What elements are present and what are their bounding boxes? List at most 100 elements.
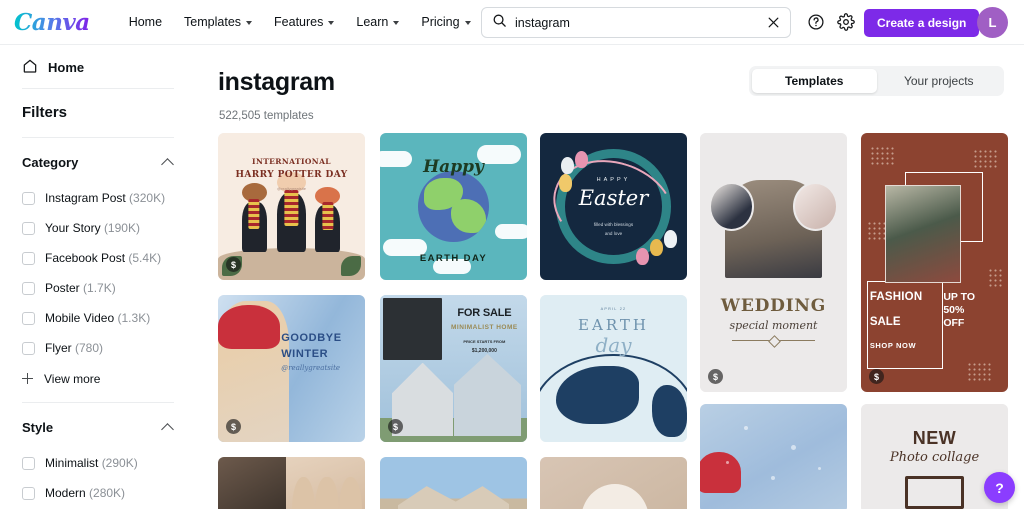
template-card-for-sale-home[interactable]: FOR SALE MINIMALIST HOME PRICE STARTS FR… xyxy=(380,295,527,442)
template-grid: INTERNATIONAL HARRY POTTER DAY @reallygr… xyxy=(218,133,1018,509)
premium-badge: $ xyxy=(708,369,723,384)
create-a-design-button[interactable]: Create a design xyxy=(864,9,980,37)
red-beanie xyxy=(218,305,280,350)
template-text-caps: EARTH DAY xyxy=(419,252,488,264)
tab-your-projects[interactable]: Your projects xyxy=(877,69,1002,93)
template-text-line2: Photo collage xyxy=(889,449,980,465)
checkbox[interactable] xyxy=(22,221,35,235)
nav-item-learn[interactable]: Learn xyxy=(345,9,410,35)
template-card-dressmaker-studio[interactable] xyxy=(218,457,365,509)
template-text-discount: UP TO 50% OFF xyxy=(943,290,976,329)
template-thumbnail: APRIL 22 EARTH day xyxy=(540,295,687,442)
checkbox[interactable] xyxy=(22,456,35,470)
template-text-price: $1,200,000 xyxy=(471,347,497,354)
filter-option-count: (780) xyxy=(75,341,104,355)
clear-search-icon[interactable] xyxy=(760,10,786,36)
checkbox[interactable] xyxy=(22,251,35,265)
model-photo xyxy=(884,184,961,284)
sidebar-item-home[interactable]: Home xyxy=(22,46,174,88)
filter-option-label: Modern xyxy=(45,486,86,500)
filter-option-count: (5.4K) xyxy=(128,251,162,265)
filter-option-flyer[interactable]: Flyer (780) xyxy=(22,333,174,363)
template-text-line2: day xyxy=(595,333,632,358)
nav-item-home[interactable]: Home xyxy=(118,9,173,35)
plus-icon xyxy=(22,373,33,384)
nav-item-features[interactable]: Features xyxy=(263,9,345,35)
snowflake xyxy=(770,475,775,480)
filter-option-minimalist[interactable]: Minimalist (290K) xyxy=(22,448,174,478)
canva-logo[interactable]: Canva xyxy=(14,9,90,36)
filter-group-category-header[interactable]: Category xyxy=(22,138,174,183)
filter-option-modern[interactable]: Modern (280K) xyxy=(22,478,174,508)
results-tabs: Templates Your projects xyxy=(749,66,1004,96)
template-card-wedding[interactable]: WEDDING special moment $ xyxy=(700,133,847,392)
nav-item-label: Learn xyxy=(356,15,389,29)
checkbox[interactable] xyxy=(22,311,35,325)
dot-pattern xyxy=(967,361,994,382)
filter-option-your-story[interactable]: Your Story (190K) xyxy=(22,213,174,243)
template-text-title: WEDDING xyxy=(720,296,827,317)
template-thumbnail xyxy=(700,404,847,509)
chevron-up-icon xyxy=(161,157,174,171)
template-thumbnail: HAPPY Easter filled with blessings and l… xyxy=(540,133,687,280)
results-count: 522,505 templates xyxy=(219,110,314,122)
chevron-down-icon xyxy=(464,21,471,25)
checkbox[interactable] xyxy=(22,281,35,295)
template-card-harry-potter-day[interactable]: INTERNATIONAL HARRY POTTER DAY @reallygr… xyxy=(218,133,365,280)
filter-group-style-header[interactable]: Style xyxy=(22,403,174,448)
filter-option-count: (1.7K) xyxy=(83,281,116,295)
filter-option-mobile-video[interactable]: Mobile Video (1.3K) xyxy=(22,303,174,333)
checkbox[interactable] xyxy=(22,191,35,205)
template-card-snowy-portrait[interactable] xyxy=(700,404,847,509)
template-text-line3: PRICE STARTS FROM xyxy=(463,339,506,345)
help-icon-button[interactable] xyxy=(801,7,831,37)
template-text-line2: MINIMALIST HOME xyxy=(451,324,518,332)
template-card-goodbye-winter[interactable]: GOODBYE WINTER @reallygreatsite $ xyxy=(218,295,365,442)
tab-templates[interactable]: Templates xyxy=(752,69,877,93)
search-input[interactable] xyxy=(515,15,760,30)
search-bar[interactable] xyxy=(481,7,791,38)
character-scarf xyxy=(284,190,299,226)
template-text-script: Happy xyxy=(423,156,484,177)
template-card-happy-easter[interactable]: HAPPY Easter filled with blessings and l… xyxy=(540,133,687,280)
ornament-divider xyxy=(732,340,815,342)
filter-option-count: (1.3K) xyxy=(117,311,151,325)
nav-item-label: Features xyxy=(274,15,324,29)
filter-option-label: Flyer xyxy=(45,341,72,355)
filter-option-count: (290K) xyxy=(101,456,138,470)
nav-item-templates[interactable]: Templates xyxy=(173,9,263,35)
filter-group-label: Category xyxy=(22,155,79,170)
template-card-happy-earth-day[interactable]: Happy EARTH DAY xyxy=(380,133,527,280)
template-card-suburban-house[interactable] xyxy=(380,457,527,509)
filter-option-label: Instagram Post xyxy=(45,191,126,205)
template-thumbnail: FASHION SALE UP TO 50% OFF SHOP NOW xyxy=(861,133,1008,392)
top-navigation-bar: Canva Home Templates Features Learn Pric… xyxy=(0,0,1024,45)
nav-item-label: Pricing xyxy=(421,15,460,29)
filter-group-label: Style xyxy=(22,420,54,435)
view-more-categories-button[interactable]: View more xyxy=(22,363,174,394)
filter-option-facebook-post[interactable]: Facebook Post (5.4K) xyxy=(22,243,174,273)
gear-icon-button[interactable] xyxy=(831,7,861,37)
template-card-fashion-sale[interactable]: FASHION SALE UP TO 50% OFF SHOP NOW $ xyxy=(861,133,1008,392)
template-text-sub1: filled with blessings xyxy=(593,222,634,228)
filter-option-label: Poster xyxy=(45,281,80,295)
user-avatar[interactable]: L xyxy=(977,7,1008,38)
template-text-line1: GOODBYE xyxy=(281,331,342,344)
template-card-earth-day-blue[interactable]: APRIL 22 EARTH day xyxy=(540,295,687,442)
template-text-small: HAPPY xyxy=(596,177,631,184)
template-card-beige-circle[interactable] xyxy=(540,457,687,509)
nav-item-pricing[interactable]: Pricing xyxy=(410,9,481,35)
template-text-line1: INTERNATIONAL xyxy=(252,156,331,166)
filter-option-label: Minimalist xyxy=(45,456,99,470)
template-thumbnail: Happy EARTH DAY xyxy=(380,133,527,280)
template-thumbnail: GOODBYE WINTER @reallygreatsite xyxy=(218,295,365,442)
filters-sidebar: Home Filters Category Instagram Post (32… xyxy=(0,46,196,509)
template-text-line1: FOR SALE xyxy=(457,306,512,319)
help-floating-button[interactable]: ? xyxy=(984,472,1015,503)
filter-option-poster[interactable]: Poster (1.7K) xyxy=(22,273,174,303)
red-beanie xyxy=(700,451,742,494)
filter-option-instagram-post[interactable]: Instagram Post (320K) xyxy=(22,183,174,213)
checkbox[interactable] xyxy=(22,486,35,500)
circle-shape xyxy=(581,484,649,509)
checkbox[interactable] xyxy=(22,341,35,355)
